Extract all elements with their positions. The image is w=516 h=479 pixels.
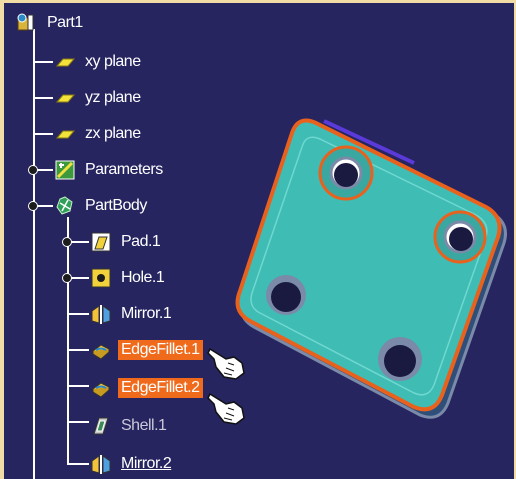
tree-node-zx-plane[interactable]: zx plane bbox=[54, 121, 144, 147]
tree-branch-line bbox=[33, 61, 53, 63]
partbody-icon bbox=[54, 195, 76, 217]
tree-node-label: Part1 bbox=[47, 14, 83, 31]
shell-icon bbox=[90, 415, 112, 437]
tree-node-partbody[interactable]: PartBody bbox=[54, 193, 150, 219]
hole-top-right bbox=[433, 210, 487, 264]
tree-node-pad-1[interactable]: Pad.1 bbox=[90, 229, 163, 255]
tree-node-label: PartBody bbox=[85, 197, 147, 214]
hole-bottom-right bbox=[378, 337, 422, 381]
hole-icon bbox=[90, 267, 112, 289]
part-3d-view[interactable] bbox=[224, 103, 514, 433]
tree-branch-line bbox=[33, 133, 53, 135]
hole-top-left bbox=[318, 145, 374, 201]
tree-node-label-selected: EdgeFillet.1 bbox=[118, 340, 203, 360]
tree-branch-line bbox=[67, 349, 89, 351]
tree-node-label: Mirror.1 bbox=[121, 305, 172, 322]
tree-node-parameters[interactable]: Parameters bbox=[54, 157, 166, 183]
tree-node-label: yz plane bbox=[85, 89, 141, 106]
tree-branch-line bbox=[67, 463, 89, 465]
plane-icon bbox=[54, 51, 76, 73]
tree-node-xy-plane[interactable]: xy plane bbox=[54, 49, 144, 75]
tree-node-label: zx plane bbox=[85, 125, 141, 142]
parameters-expander[interactable] bbox=[28, 165, 38, 175]
edgefillet-icon bbox=[90, 377, 112, 399]
tree-node-hole-1[interactable]: Hole.1 bbox=[90, 265, 167, 291]
pad-icon bbox=[90, 231, 112, 253]
part-model[interactable] bbox=[235, 118, 507, 419]
tree-node-label-selected: EdgeFillet.2 bbox=[118, 378, 203, 398]
tree-node-edgefillet-1[interactable]: EdgeFillet.1 bbox=[90, 337, 203, 363]
tree-branch-line bbox=[67, 313, 89, 315]
tree-branch-line bbox=[67, 421, 89, 423]
hole-bottom-left bbox=[266, 275, 306, 315]
tree-node-part1[interactable]: Part1 bbox=[16, 10, 86, 36]
tree-node-label: Parameters bbox=[85, 161, 163, 178]
tree-node-label: Pad.1 bbox=[121, 233, 161, 250]
tree-node-label: Shell.1 bbox=[121, 417, 167, 434]
tree-branch-line bbox=[67, 385, 89, 387]
tree-node-edgefillet-2[interactable]: EdgeFillet.2 bbox=[90, 375, 203, 401]
part-icon bbox=[16, 12, 38, 34]
mirror-icon bbox=[90, 303, 112, 325]
hole-expander[interactable] bbox=[62, 273, 72, 283]
tree-node-label: Mirror.2 bbox=[121, 455, 172, 472]
plane-icon bbox=[54, 123, 76, 145]
catia-window: Part1 xy plane yz plane zx plane Paramet… bbox=[4, 3, 514, 479]
tree-node-label: Hole.1 bbox=[121, 269, 165, 286]
tree-node-yz-plane[interactable]: yz plane bbox=[54, 85, 144, 111]
pad-expander[interactable] bbox=[62, 237, 72, 247]
parameters-icon bbox=[54, 159, 76, 181]
tree-node-label: xy plane bbox=[85, 53, 141, 70]
tree-branch-line bbox=[33, 97, 53, 99]
partbody-branch-line bbox=[67, 217, 69, 465]
tree-node-shell-1[interactable]: Shell.1 bbox=[90, 413, 169, 439]
edgefillet-icon bbox=[90, 339, 112, 361]
mirror-icon bbox=[90, 453, 112, 475]
tree-node-mirror-1[interactable]: Mirror.1 bbox=[90, 301, 174, 327]
plane-icon bbox=[54, 87, 76, 109]
tree-node-mirror-2[interactable]: Mirror.2 bbox=[90, 451, 174, 477]
partbody-expander[interactable] bbox=[28, 201, 38, 211]
